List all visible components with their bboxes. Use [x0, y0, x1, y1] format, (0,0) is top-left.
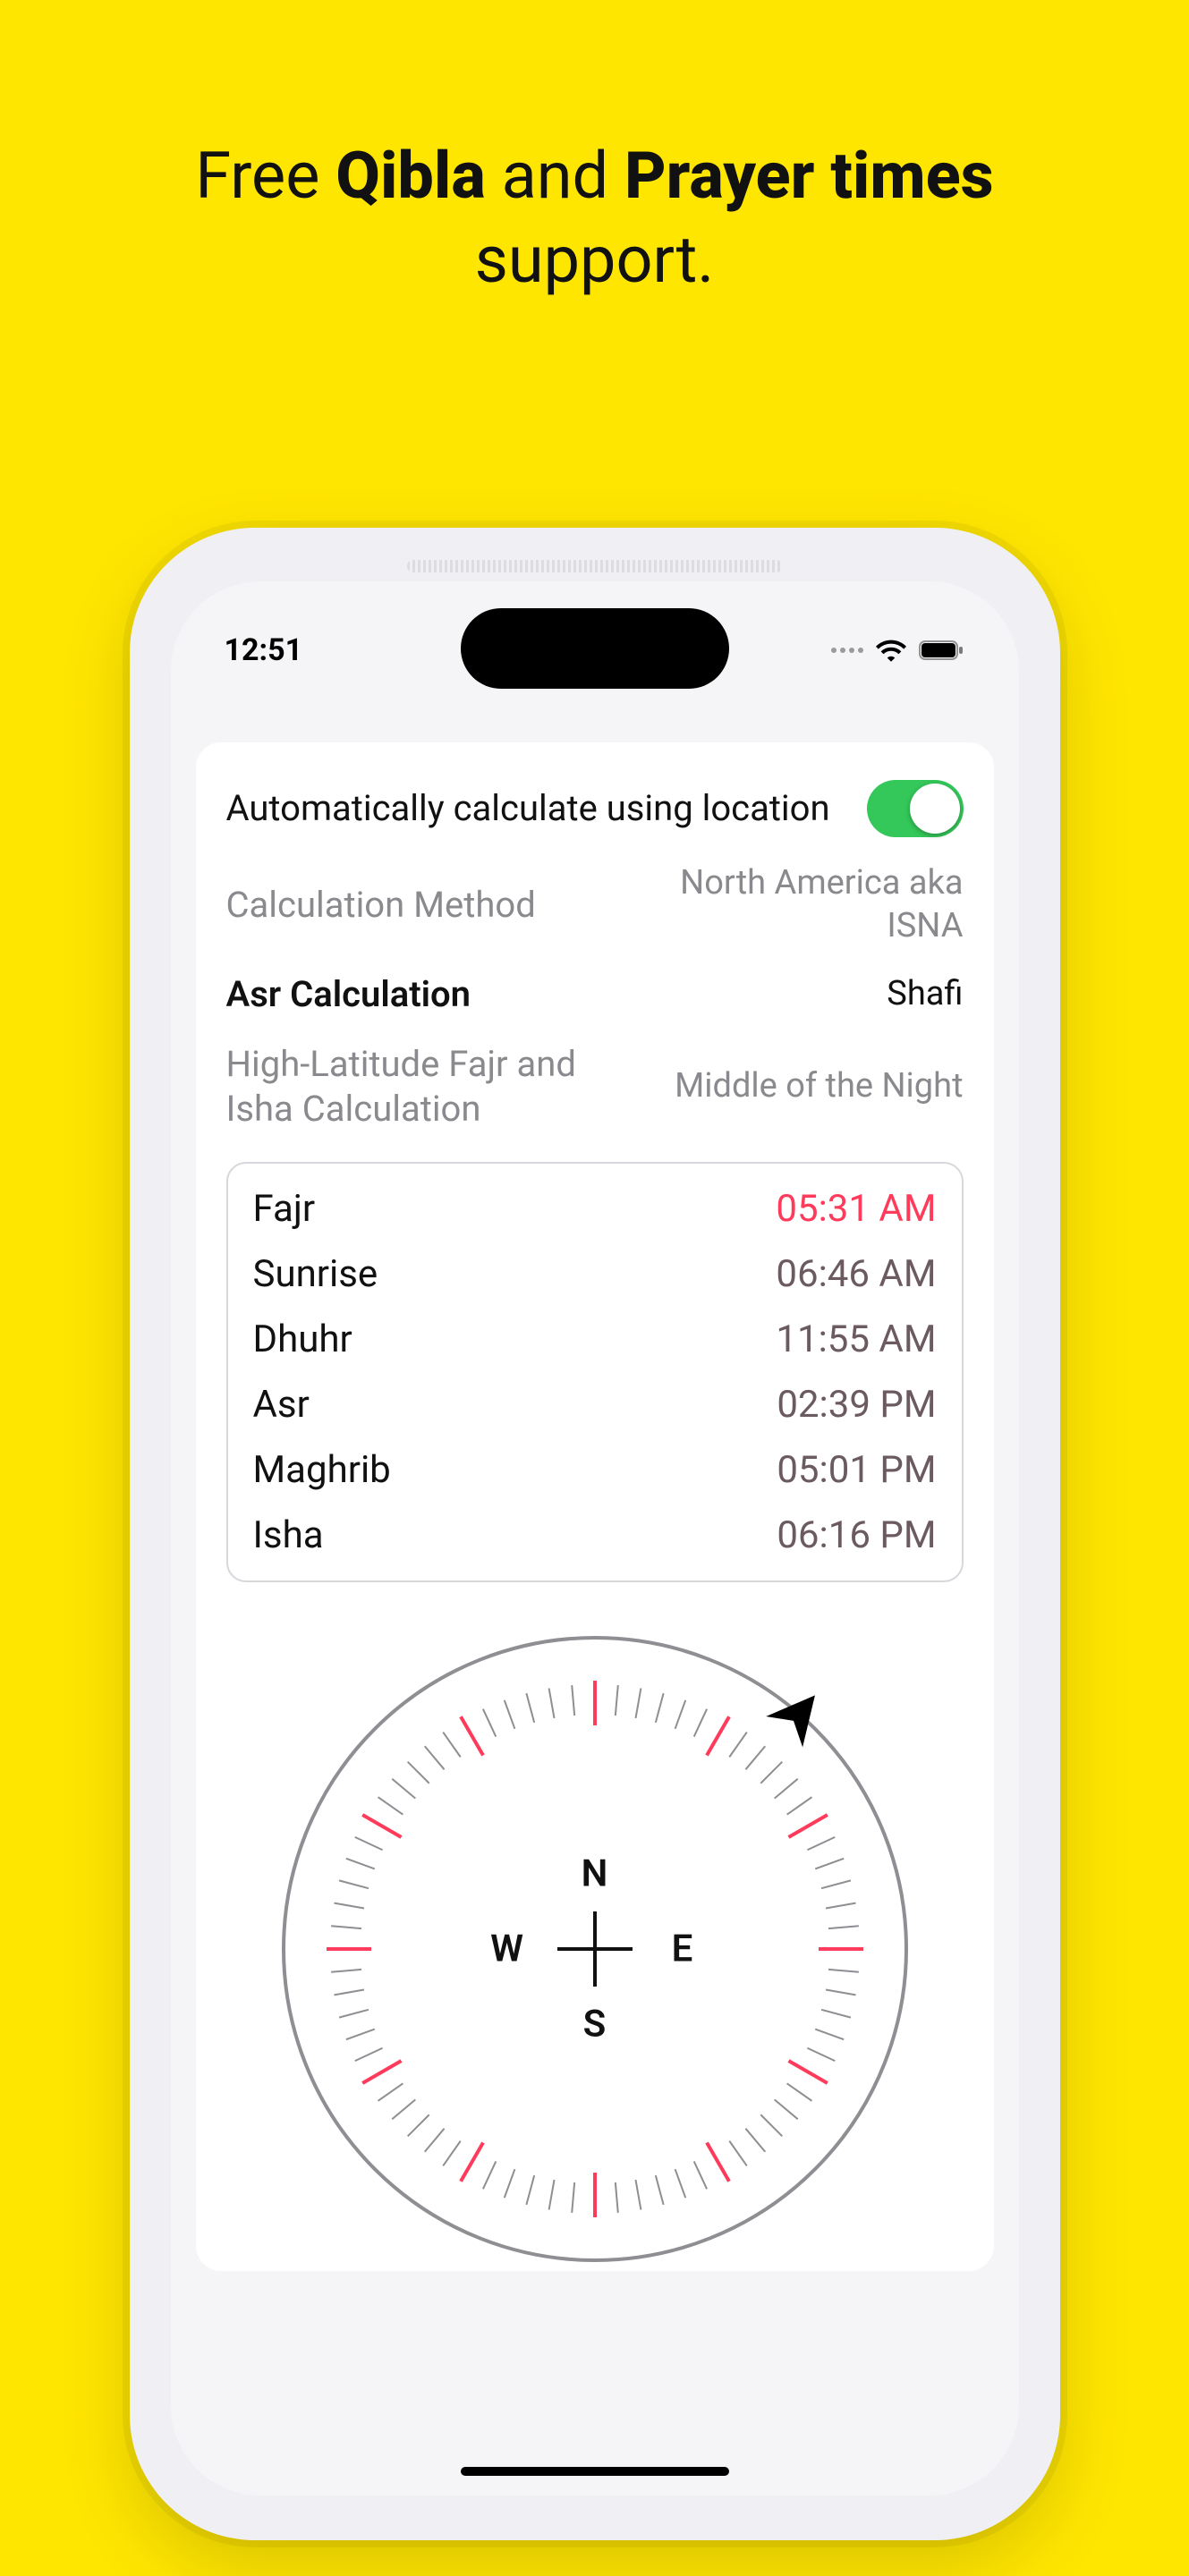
prayer-time-row: Maghrib 05:01 PM [253, 1437, 937, 1503]
prayer-name: Sunrise [253, 1252, 378, 1296]
phone-screen: 12:51 Automatically calculate [171, 581, 1019, 2496]
prayer-name: Isha [253, 1513, 324, 1557]
prayer-times-table: Fajr 05:31 AM Sunrise 06:46 AM Dhuhr 11:55 AM… [226, 1162, 964, 1582]
prayer-name: Maghrib [253, 1448, 391, 1492]
compass-label-e: E [672, 1928, 693, 1971]
prayer-time-row: Dhuhr 11:55 AM [253, 1307, 937, 1372]
prayer-time-row: Isha 06:16 PM [253, 1503, 937, 1568]
dynamic-island [461, 608, 729, 689]
highlat-row[interactable]: High-Latitude Fajr and Isha Calculation … [226, 1030, 964, 1144]
auto-location-row[interactable]: Automatically calculate using location [226, 767, 964, 850]
prayer-time: 06:16 PM [777, 1513, 936, 1557]
asr-calc-value: Shafi [612, 973, 963, 1016]
slide-headline: Free Qibla and Prayer times support. [0, 134, 1189, 301]
auto-location-label: Automatically calculate using location [226, 786, 867, 831]
compass-label-n: N [582, 1852, 608, 1896]
compass-crosshair [593, 1911, 597, 1987]
prayer-name: Fajr [253, 1187, 316, 1231]
app-store-slide: Free Qibla and Prayer times support. 12:… [0, 0, 1189, 2576]
status-time: 12:51 [225, 632, 303, 668]
phone-mockup: 12:51 Automatically calculate [130, 528, 1060, 2540]
prayer-settings-card: Automatically calculate using location C… [196, 742, 994, 2271]
compass-label-w: W [490, 1928, 523, 1971]
cellular-dots-icon [831, 648, 863, 653]
prayer-time: 06:46 AM [776, 1252, 936, 1296]
prayer-time-row: Sunrise 06:46 AM [253, 1241, 937, 1307]
toggle-knob [910, 784, 960, 834]
prayer-time: 02:39 PM [777, 1383, 936, 1427]
prayer-time-row: Asr 02:39 PM [253, 1372, 937, 1437]
calc-method-value: North America aka ISNA [612, 862, 963, 947]
auto-location-toggle[interactable] [867, 780, 964, 837]
highlat-value: Middle of the Night [612, 1065, 963, 1108]
prayer-name: Asr [253, 1383, 310, 1427]
phone-speaker-grille [407, 560, 783, 572]
wifi-icon [876, 639, 906, 662]
prayer-name: Dhuhr [253, 1318, 352, 1361]
asr-calc-label: Asr Calculation [226, 972, 613, 1017]
calc-method-row[interactable]: Calculation Method North America aka ISN… [226, 850, 964, 960]
battery-icon [919, 639, 965, 662]
compass-label-s: S [583, 2003, 607, 2046]
prayer-time: 05:31 AM [776, 1187, 936, 1231]
prayer-time-row: Fajr 05:31 AM [253, 1176, 937, 1241]
highlat-label: High-Latitude Fajr and Isha Calculation [226, 1042, 613, 1131]
home-indicator [461, 2467, 729, 2476]
calc-method-label: Calculation Method [226, 883, 613, 928]
prayer-time: 11:55 AM [776, 1318, 936, 1361]
asr-calc-row[interactable]: Asr Calculation Shafi [226, 960, 964, 1030]
qibla-compass[interactable]: N S E W [282, 1636, 908, 2262]
prayer-time: 05:01 PM [777, 1448, 936, 1492]
